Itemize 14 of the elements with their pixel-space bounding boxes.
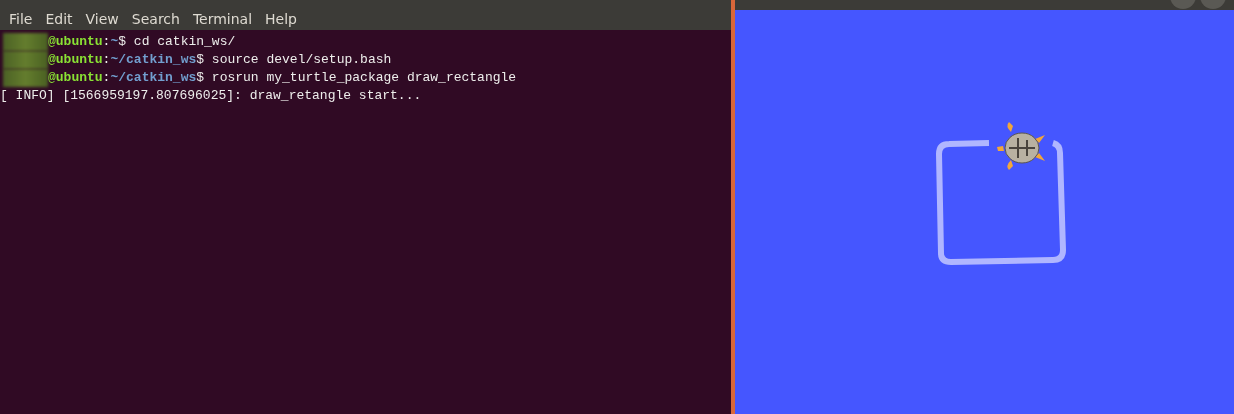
menu-item[interactable]: File (8, 11, 34, 27)
menu-item[interactable]: Edit (44, 11, 74, 27)
terminal-line: @ubuntu:~/catkin_ws$ source devel/setup.bash (48, 51, 392, 69)
menu-item[interactable]: Search (130, 11, 181, 27)
turtle-drawing (997, 122, 1045, 170)
terminal-line: @ubuntu:~$ cd catkin_ws/ (48, 33, 236, 51)
terminal-line: [ INFO] [1566959197.807696025]: draw_retangle start... (0, 87, 422, 105)
terminal-line: @ubuntu:~/catkin_ws$ rosrun my_turtle_package draw_rectangle (48, 69, 517, 87)
menu-item[interactable]: Terminal (191, 11, 254, 27)
menu-item[interactable]: View (84, 11, 120, 27)
blurred-username (3, 69, 48, 87)
blurred-username (3, 33, 48, 51)
menu-item[interactable]: Help (264, 11, 298, 27)
blurred-username (3, 51, 48, 69)
